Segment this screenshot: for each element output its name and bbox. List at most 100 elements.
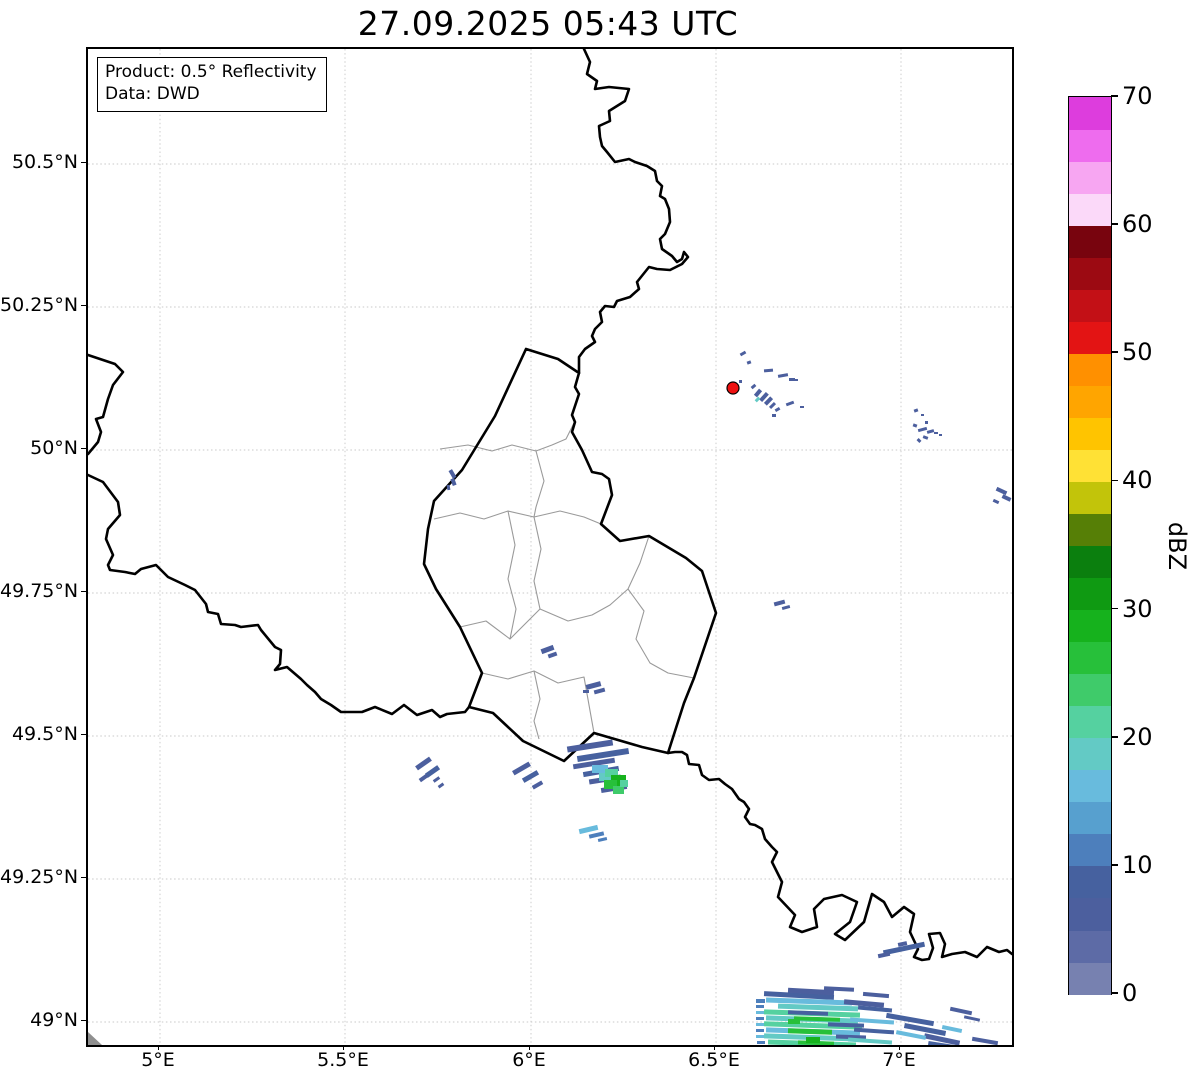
country-border <box>88 475 469 717</box>
radar-site-marker <box>727 382 739 394</box>
radar-echo <box>579 825 599 834</box>
radar-echo <box>583 690 589 693</box>
lon-tick-mark <box>343 1045 344 1050</box>
colorbar-segment <box>1069 610 1111 643</box>
radar-echo <box>939 434 942 436</box>
radar-echo <box>756 1029 764 1032</box>
admin-border <box>534 671 594 733</box>
lon-tick-label: 5°E <box>103 1049 213 1071</box>
radar-echo <box>972 1037 998 1045</box>
colorbar-segment <box>1069 770 1111 803</box>
lat-tick-label: 49°N <box>0 1008 78 1032</box>
radar-echo <box>775 407 781 412</box>
reflectivity-colorbar <box>1068 96 1112 995</box>
radar-echo <box>589 831 605 838</box>
map-panel <box>86 47 1014 1047</box>
product-info-box: Product: 0.5° Reflectivity Data: DWD <box>97 57 327 112</box>
lat-tick-label: 50.5°N <box>0 150 78 174</box>
radar-echo <box>782 605 791 610</box>
lon-tick-label: 6.5°E <box>659 1049 769 1071</box>
radar-echo <box>433 776 440 782</box>
lat-tick-label: 50°N <box>0 436 78 460</box>
radar-echo <box>755 397 761 403</box>
radar-echo <box>757 1041 765 1044</box>
colorbar-segment <box>1069 802 1111 835</box>
radar-echo <box>927 429 935 434</box>
radar-echo <box>512 762 531 776</box>
radar-echo <box>921 414 924 416</box>
lon-tick-label: 6°E <box>474 1049 584 1071</box>
lon-tick-mark <box>158 1045 159 1050</box>
colorbar-segment <box>1069 738 1111 771</box>
lon-tick-label: 5.5°E <box>288 1049 398 1071</box>
colorbar-tick-label: 70 <box>1122 81 1153 111</box>
product-info-line1: Product: 0.5° Reflectivity <box>105 61 317 83</box>
colorbar-segment <box>1069 417 1111 450</box>
radar-echo <box>934 432 938 434</box>
radar-echo <box>522 770 539 783</box>
radar-echo <box>764 369 773 373</box>
colorbar-segment <box>1069 321 1111 354</box>
colorbar-segment <box>1069 225 1111 258</box>
country-border <box>579 49 688 373</box>
lat-tick-mark <box>81 734 86 735</box>
radar-echo <box>913 423 918 427</box>
radar-echo <box>740 351 747 357</box>
colorbar-segment <box>1069 674 1111 707</box>
colorbar-segment <box>1069 578 1111 611</box>
colorbar-tick-mark <box>1111 864 1118 866</box>
colorbar-tick-label: 30 <box>1122 594 1153 624</box>
colorbar-tick-mark <box>1111 351 1118 353</box>
radar-echo <box>756 999 765 1003</box>
radar-echo <box>756 1005 764 1008</box>
lat-tick-mark <box>81 448 86 449</box>
admin-border <box>434 511 601 524</box>
radar-echo <box>598 837 607 842</box>
lat-tick-label: 50.25°N <box>0 293 78 317</box>
radar-echo <box>754 389 762 398</box>
radar-echo <box>925 421 928 424</box>
colorbar-unit-label: dBZ <box>1165 515 1191 577</box>
radar-echo <box>996 487 1008 495</box>
admin-border <box>534 517 541 609</box>
colorbar-tick-mark <box>1111 95 1118 97</box>
radar-echo <box>415 757 432 771</box>
product-info-line2: Data: DWD <box>105 83 317 105</box>
radar-echo <box>774 600 786 607</box>
colorbar-segment <box>1069 161 1111 194</box>
lat-tick-label: 49.75°N <box>0 579 78 603</box>
colorbar-segment <box>1069 642 1111 675</box>
admin-border <box>628 589 694 678</box>
country-border <box>668 752 1012 960</box>
colorbar-tick-label: 50 <box>1122 337 1153 367</box>
lon-tick-mark <box>714 1045 715 1050</box>
radar-echo <box>449 469 457 479</box>
colorbar-tick-mark <box>1111 223 1118 225</box>
lat-tick-label: 49.5°N <box>0 722 78 746</box>
radar-echo <box>769 402 776 409</box>
radar-echo <box>532 781 544 790</box>
lat-tick-mark <box>81 877 86 878</box>
radar-echo <box>914 408 919 412</box>
radar-echo <box>964 1015 980 1021</box>
lat-tick-mark <box>81 591 86 592</box>
radar-echo <box>594 688 606 695</box>
colorbar-segment <box>1069 97 1111 130</box>
colorbar-segment <box>1069 930 1111 963</box>
colorbar-tick-label: 20 <box>1122 722 1153 752</box>
colorbar-segment <box>1069 449 1111 482</box>
radar-echo <box>613 786 624 794</box>
admin-border <box>534 451 544 517</box>
colorbar-segment <box>1069 962 1111 995</box>
lat-tick-mark <box>81 1020 86 1021</box>
radar-echo <box>548 652 558 659</box>
radar-echo <box>756 1023 765 1026</box>
radar-echo <box>751 384 757 390</box>
colorbar-segment <box>1069 866 1111 899</box>
admin-border <box>460 536 649 639</box>
colorbar-segment <box>1069 706 1111 739</box>
radar-echo <box>993 499 1000 504</box>
figure-title: 27.09.2025 05:43 UTC <box>86 4 1010 43</box>
radar-echo <box>438 783 445 789</box>
radar-echo <box>586 681 602 690</box>
